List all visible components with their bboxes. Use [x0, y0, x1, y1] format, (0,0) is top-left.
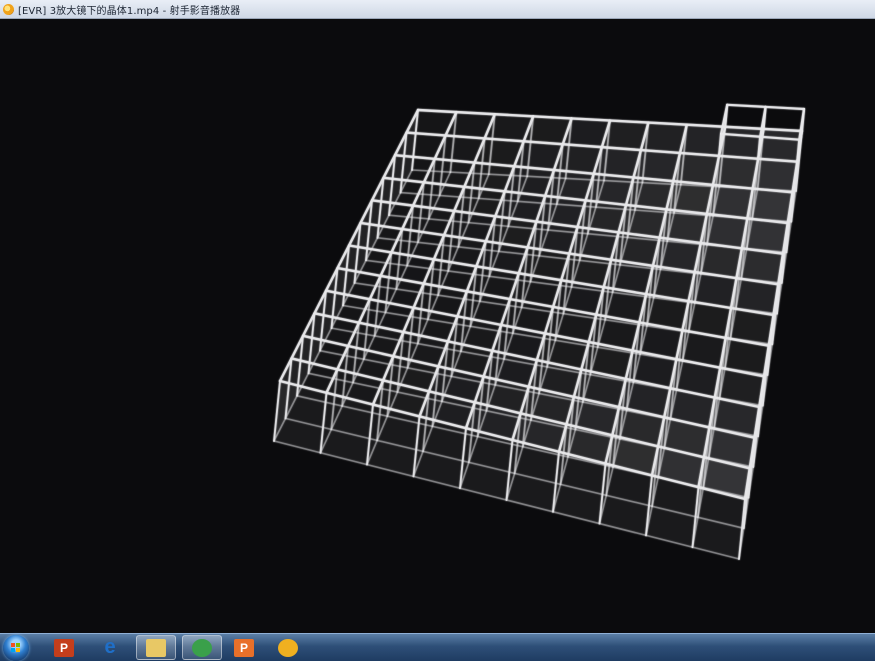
media-player-taskbar-button[interactable]	[268, 635, 308, 660]
powerpoint-icon: P	[54, 638, 74, 657]
video-area[interactable]	[0, 19, 875, 633]
lattice-face	[719, 126, 764, 159]
presenter-icon: P	[234, 638, 254, 657]
window-title: [EVR] 3放大镜下的晶体1.mp4 - 射手影音播放器	[18, 5, 241, 17]
title-bar: [EVR] 3放大镜下的晶体1.mp4 - 射手影音播放器	[0, 0, 875, 19]
media-player-icon	[278, 638, 298, 657]
internet-explorer-icon: e	[104, 636, 116, 658]
presenter-taskbar-button[interactable]: P	[224, 635, 264, 660]
file-explorer-icon	[146, 638, 166, 657]
windows-logo-icon	[11, 643, 21, 653]
update-taskbar-button[interactable]	[182, 635, 222, 660]
lattice-face	[758, 128, 802, 162]
file-explorer-taskbar-button[interactable]	[136, 635, 176, 660]
crystal-lattice-video-frame	[273, 103, 806, 560]
start-button[interactable]	[3, 635, 29, 661]
powerpoint-taskbar-button[interactable]: P	[44, 635, 84, 660]
media-player-app-icon[interactable]	[3, 3, 14, 15]
update-icon	[192, 638, 212, 657]
taskbar: Pe P	[0, 633, 875, 661]
internet-explorer-taskbar-button[interactable]: e	[90, 635, 130, 660]
